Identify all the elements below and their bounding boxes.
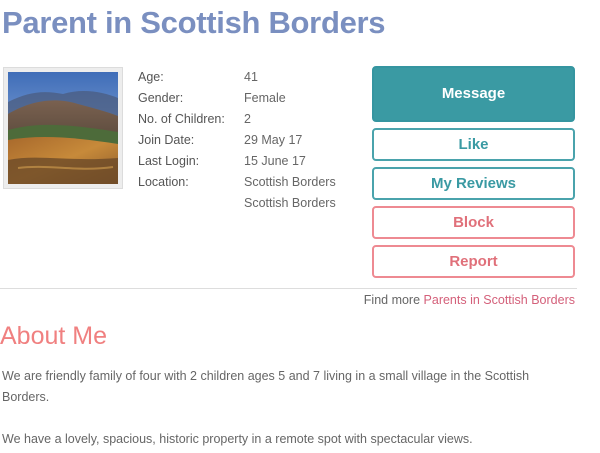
detail-label	[138, 193, 244, 214]
detail-value: Scottish Borders	[244, 196, 336, 210]
detail-value: 15 June 17	[244, 154, 306, 168]
detail-value: 41	[244, 70, 258, 84]
detail-label: No. of Children:	[138, 112, 225, 126]
find-more-link[interactable]: Parents in Scottish Borders	[424, 293, 575, 307]
detail-value: Scottish Borders	[244, 175, 336, 189]
message-button[interactable]: Message	[372, 66, 575, 122]
detail-row-location-2: Scottish Borders	[138, 193, 336, 214]
find-more-prefix: Find more	[363, 293, 424, 307]
detail-row-last-login: Last Login: 15 June 17	[138, 151, 336, 172]
detail-label: Age:	[138, 70, 164, 84]
detail-value: 29 May 17	[244, 133, 303, 147]
about-heading: About Me	[0, 322, 108, 350]
about-paragraph: We are friendly family of four with 2 ch…	[2, 369, 530, 404]
detail-label: Join Date:	[138, 133, 195, 147]
detail-row-join-date: Join Date: 29 May 17	[138, 130, 336, 151]
section-divider	[0, 288, 577, 289]
detail-row-age: Age: 41	[138, 67, 336, 88]
detail-label: Location:	[138, 175, 189, 189]
profile-photo[interactable]	[3, 67, 123, 189]
profile-details: Age: 41 Gender: Female No. of Children: …	[138, 67, 336, 214]
detail-row-children: No. of Children: 2	[138, 109, 336, 130]
detail-row-location: Location: Scottish Borders	[138, 172, 336, 193]
report-button[interactable]: Report	[372, 245, 575, 278]
block-button[interactable]: Block	[372, 206, 575, 239]
find-more: Find more Parents in Scottish Borders	[364, 293, 575, 307]
detail-label: Gender:	[138, 91, 184, 105]
detail-row-gender: Gender: Female	[138, 88, 336, 109]
my-reviews-button[interactable]: My Reviews	[372, 167, 575, 200]
detail-value: Female	[244, 91, 286, 105]
detail-label: Last Login:	[138, 154, 200, 168]
landscape-image	[8, 72, 118, 184]
about-paragraph: We have a lovely, spacious, historic pro…	[2, 432, 473, 446]
like-button[interactable]: Like	[372, 128, 575, 161]
page-title: Parent in Scottish Borders	[2, 5, 386, 40]
detail-value: 2	[244, 112, 251, 126]
